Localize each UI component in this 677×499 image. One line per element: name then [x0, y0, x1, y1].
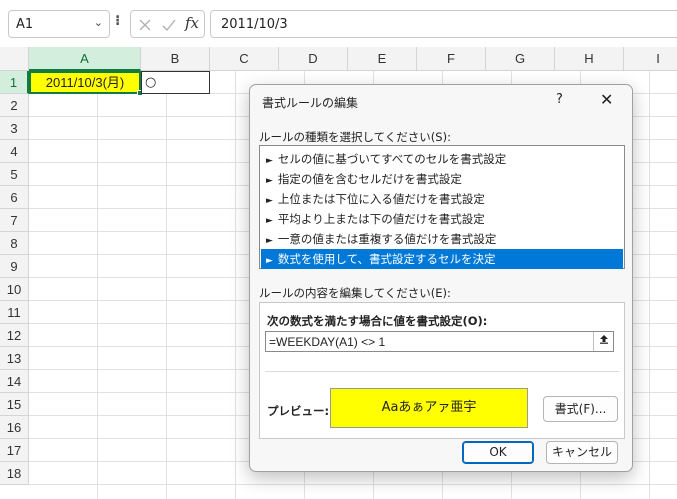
- formula-bar: A1 ⌄ ⁝ fx 2011/10/3: [0, 0, 677, 47]
- column-header-h[interactable]: H: [555, 47, 624, 71]
- row-header-17[interactable]: 17: [0, 439, 29, 462]
- rule-type-label: 一意の値または重複する値だけを書式設定: [277, 232, 497, 246]
- column-header-e[interactable]: E: [348, 47, 417, 71]
- arrow-right-icon: ►: [266, 196, 273, 206]
- row-header-9[interactable]: 9: [0, 255, 29, 278]
- row-header-12[interactable]: 12: [0, 324, 29, 347]
- edit-format-rule-dialog: 書式ルールの編集 ? ✕ ルールの種類を選択してください(S): ► セルの値に基…: [249, 84, 633, 472]
- rule-edit-label: ルールの内容を編集してください(E):: [259, 286, 451, 300]
- row-header-2[interactable]: 2: [0, 94, 29, 117]
- arrow-right-icon: ►: [266, 216, 273, 226]
- column-header-d[interactable]: D: [279, 47, 348, 71]
- enter-check-icon[interactable]: [161, 18, 177, 32]
- cancel-icon[interactable]: [138, 18, 152, 32]
- formula-input[interactable]: 2011/10/3: [210, 10, 677, 38]
- column-header-f[interactable]: F: [417, 47, 486, 71]
- row-header-8[interactable]: 8: [0, 232, 29, 255]
- more-options-icon[interactable]: ⁝: [115, 13, 120, 29]
- rule-type-item[interactable]: ► 指定の値を含むセルだけを書式設定: [261, 169, 623, 189]
- rule-type-item[interactable]: ► 一意の値または重複する値だけを書式設定: [261, 229, 623, 249]
- rule-type-label: 指定の値を含むセルだけを書式設定: [277, 172, 462, 186]
- dialog-title: 書式ルールの編集: [262, 96, 359, 110]
- name-box-value: A1: [16, 17, 34, 32]
- row-header-13[interactable]: 13: [0, 347, 29, 370]
- row-header-14[interactable]: 14: [0, 370, 29, 393]
- rule-type-list[interactable]: ► セルの値に基づいてすべてのセルを書式設定 ► 指定の値を含むセルだけを書式設定 ► 上…: [259, 145, 625, 269]
- rule-type-label: ルールの種類を選択してください(S):: [259, 130, 451, 144]
- help-icon[interactable]: ?: [556, 92, 563, 107]
- preview-label: プレビュー:: [267, 404, 330, 418]
- arrow-right-icon: ►: [266, 256, 273, 266]
- row-header-7[interactable]: 7: [0, 209, 29, 232]
- rule-type-item[interactable]: ► 数式を使用して、書式設定するセルを決定: [261, 249, 623, 269]
- arrow-right-icon: ►: [266, 156, 273, 166]
- ok-button[interactable]: OK: [462, 441, 534, 464]
- cell-b1[interactable]: ○: [141, 71, 210, 94]
- row-header-1[interactable]: 1: [0, 71, 29, 94]
- name-box[interactable]: A1 ⌄: [8, 10, 110, 38]
- close-icon[interactable]: ✕: [600, 90, 613, 109]
- row-header-16[interactable]: 16: [0, 416, 29, 439]
- rule-type-item[interactable]: ► 上位または下位に入る値だけを書式設定: [261, 189, 623, 209]
- rule-type-label: セルの値に基づいてすべてのセルを書式設定: [277, 152, 507, 166]
- rule-formula-input[interactable]: =WEEKDAY(A1) <> 1: [265, 331, 614, 352]
- arrow-right-icon: ►: [266, 236, 273, 246]
- row-header-3[interactable]: 3: [0, 117, 29, 140]
- rule-type-label: 上位または下位に入る値だけを書式設定: [277, 192, 485, 206]
- format-button[interactable]: 書式(F)...: [543, 396, 618, 422]
- column-header-c[interactable]: C: [210, 47, 279, 71]
- row-header-6[interactable]: 6: [0, 186, 29, 209]
- arrow-right-icon: ►: [266, 176, 273, 186]
- chevron-down-icon[interactable]: ⌄: [94, 16, 103, 29]
- column-header-b[interactable]: B: [141, 47, 210, 71]
- row-header-10[interactable]: 10: [0, 278, 29, 301]
- row-header-5[interactable]: 5: [0, 163, 29, 186]
- collapse-dialog-icon[interactable]: [593, 332, 613, 351]
- row-header-18[interactable]: 18: [0, 462, 29, 485]
- rule-type-label: 平均より上または下の値だけを書式設定: [277, 212, 485, 226]
- column-header-a[interactable]: A: [29, 47, 141, 71]
- column-header-g[interactable]: G: [486, 47, 555, 71]
- formula-text: 2011/10/3: [221, 17, 288, 32]
- insert-function-icon[interactable]: fx: [185, 14, 199, 32]
- format-preview: Aaあぁアァ亜宇: [330, 388, 528, 428]
- cell-a1[interactable]: 2011/10/3(月): [29, 71, 141, 94]
- row-header-4[interactable]: 4: [0, 140, 29, 163]
- row-header-15[interactable]: 15: [0, 393, 29, 416]
- divider: [265, 371, 619, 372]
- rule-type-label: 数式を使用して、書式設定するセルを決定: [277, 252, 496, 266]
- formula-bar-buttons: fx: [130, 10, 205, 38]
- row-header-11[interactable]: 11: [0, 301, 29, 324]
- rule-formula-text: =WEEKDAY(A1) <> 1: [269, 335, 386, 349]
- select-all-corner[interactable]: [0, 47, 29, 71]
- rule-type-item[interactable]: ► 平均より上または下の値だけを書式設定: [261, 209, 623, 229]
- rule-edit-panel: 次の数式を満たす場合に値を書式設定(O): =WEEKDAY(A1) <> 1 …: [259, 302, 625, 439]
- column-header-i[interactable]: I: [624, 47, 677, 71]
- rule-type-item[interactable]: ► セルの値に基づいてすべてのセルを書式設定: [261, 149, 623, 169]
- condition-label: 次の数式を満たす場合に値を書式設定(O):: [267, 314, 488, 328]
- cancel-button[interactable]: キャンセル: [546, 441, 618, 464]
